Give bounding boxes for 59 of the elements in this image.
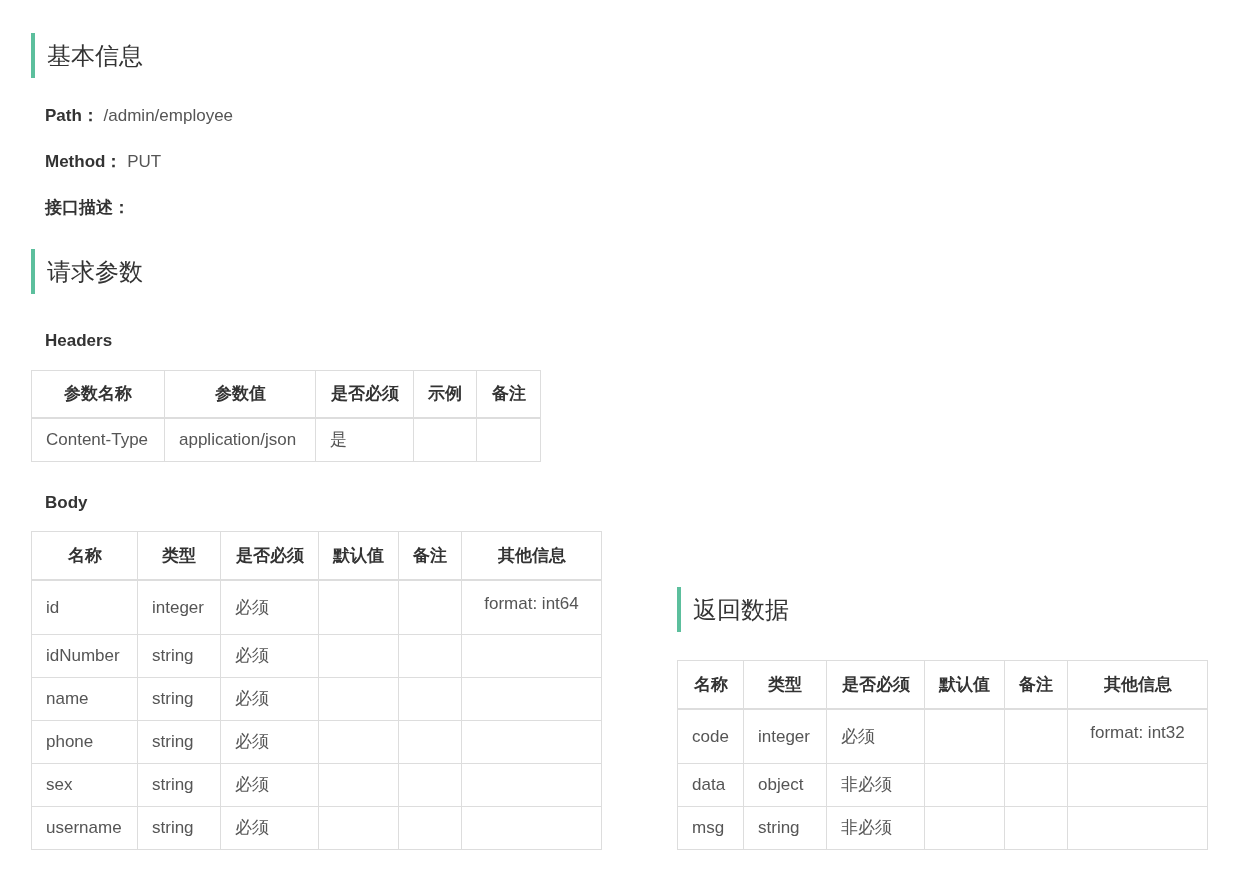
column-header: 名称	[677, 660, 744, 709]
column-header: 名称	[31, 531, 138, 580]
table-cell: integer	[743, 708, 827, 764]
field-value: PUT	[127, 152, 162, 171]
table-cell: 是	[315, 418, 414, 461]
table-cell: name	[31, 677, 138, 721]
column-header: 其他信息	[1067, 660, 1208, 709]
table-cell: 非必须	[826, 806, 925, 850]
table-cell: 非必须	[826, 763, 925, 807]
field-label: Method：	[45, 152, 123, 171]
table-cell: 必须	[220, 720, 319, 764]
subsection-title: Body	[45, 491, 89, 514]
table-cell: msg	[677, 806, 744, 850]
column-header: 默认值	[318, 531, 399, 580]
table-cell: sex	[31, 763, 138, 807]
table-cell: format: int64	[461, 579, 602, 635]
column-header: 是否必须	[315, 370, 414, 418]
table-cell: phone	[31, 720, 138, 764]
table-cell: 必须	[826, 708, 925, 764]
column-header: 备注	[1004, 660, 1068, 709]
table-cell: username	[31, 806, 138, 850]
section-heading: 请求参数	[31, 249, 1234, 294]
table-cell: 必须	[220, 579, 319, 635]
table-cell: application/json	[164, 418, 316, 461]
table-cell: integer	[137, 579, 221, 635]
column-header: 其他信息	[461, 531, 602, 580]
subsection-title: Headers	[45, 330, 114, 352]
table-cell: string	[137, 677, 221, 721]
column-header: 参数名称	[31, 370, 165, 418]
table-cell: Content-Type	[31, 418, 165, 461]
table-cell: data	[677, 763, 744, 807]
field-value: /admin/employee	[103, 106, 234, 125]
table-cell: string	[743, 806, 827, 850]
table-cell: 必须	[220, 634, 319, 678]
column-header: 备注	[476, 370, 541, 418]
column-header: 是否必须	[826, 660, 925, 709]
table-cell: string	[137, 720, 221, 764]
table-cell: idNumber	[31, 634, 138, 678]
table-cell: object	[743, 763, 827, 807]
table-cell: format: int32	[1067, 708, 1208, 764]
table-cell: string	[137, 806, 221, 850]
column-header: 是否必须	[220, 531, 319, 580]
table-cell: id	[31, 579, 138, 635]
column-header: 默认值	[924, 660, 1005, 709]
table-cell: string	[137, 634, 221, 678]
field-label: 接口描述：	[45, 198, 130, 217]
field-label: Path：	[45, 106, 99, 125]
table-cell: 必须	[220, 806, 319, 850]
table-cell: string	[137, 763, 221, 807]
table-cell: code	[677, 708, 744, 764]
table-cell: 必须	[220, 677, 319, 721]
section-heading: 返回数据	[677, 587, 1208, 632]
column-header: 类型	[137, 531, 221, 580]
section-heading: 基本信息	[31, 33, 1234, 78]
column-header: 类型	[743, 660, 827, 709]
column-header: 示例	[413, 370, 477, 418]
table-cell: 必须	[220, 763, 319, 807]
column-header: 参数值	[164, 370, 316, 418]
column-header: 备注	[398, 531, 462, 580]
